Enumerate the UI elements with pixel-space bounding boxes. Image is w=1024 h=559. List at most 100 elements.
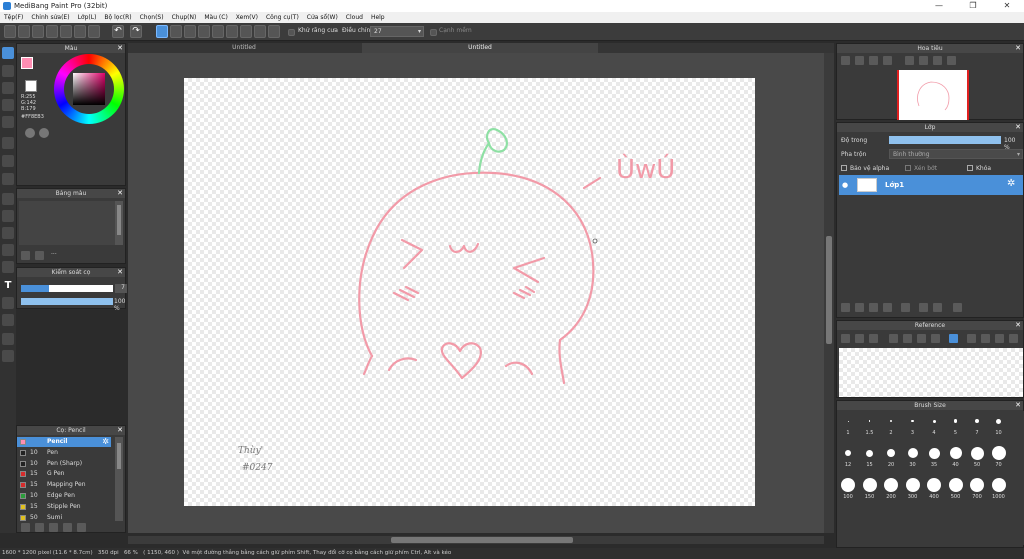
select-eraser-icon[interactable]	[2, 261, 14, 273]
fill-rect-icon[interactable]	[2, 137, 14, 149]
eraser-tool-icon[interactable]	[2, 65, 14, 77]
add-brush-icon[interactable]	[21, 523, 30, 532]
reference-view[interactable]	[839, 348, 1023, 397]
color-mode-icon[interactable]	[25, 128, 35, 138]
brush-size-cell[interactable]: 7	[967, 412, 987, 440]
delete-layer-icon[interactable]	[953, 303, 962, 312]
brush-size-cell[interactable]: 3	[903, 412, 923, 440]
actual-size-icon[interactable]	[883, 56, 892, 65]
clipping-checkbox[interactable]	[905, 165, 911, 171]
layer-folder-icon[interactable]	[901, 303, 910, 312]
magic-wand-icon[interactable]	[2, 227, 14, 239]
close-icon[interactable]: ✕	[117, 426, 123, 435]
import-brush-icon[interactable]	[63, 523, 72, 532]
snap-parallel-icon[interactable]	[170, 25, 182, 38]
snap-curve-icon[interactable]	[240, 25, 252, 38]
snap-settings-icon[interactable]	[254, 25, 266, 38]
text-tool-icon[interactable]: T	[2, 280, 14, 292]
brush-item[interactable]: 15 Mapping Pen	[17, 480, 111, 490]
new-file-icon[interactable]	[46, 25, 58, 38]
gear-icon[interactable]: ✲	[1007, 178, 1015, 189]
rotate-left-icon[interactable]	[905, 56, 914, 65]
navigator-preview[interactable]	[897, 70, 969, 120]
snap-radial-icon[interactable]	[198, 25, 210, 38]
undo-icon[interactable]: ↶	[112, 25, 124, 38]
add-color-icon[interactable]	[21, 251, 30, 260]
menu-edit[interactable]: Chỉnh sửa(E)	[27, 12, 73, 23]
menu-view[interactable]: Xem(V)	[232, 12, 262, 23]
adjust-select[interactable]: 27 ▾	[370, 26, 424, 37]
brush-folder-icon[interactable]	[49, 523, 58, 532]
brush-size-cell[interactable]: 5	[946, 412, 966, 440]
brush-size-cell[interactable]: 100	[838, 476, 858, 504]
rotate-right-icon[interactable]	[933, 56, 942, 65]
menu-window[interactable]: Cửa sổ(W)	[303, 12, 342, 23]
layer-row[interactable]: ● Lớp1 ✲	[839, 175, 1023, 195]
protect-alpha-checkbox[interactable]	[841, 165, 847, 171]
reference-hand-icon[interactable]	[949, 334, 958, 343]
menu-cloud[interactable]: Cloud	[342, 12, 367, 23]
save-icon[interactable]	[74, 25, 86, 38]
chat-icon[interactable]	[32, 25, 44, 38]
tab-untitled-2[interactable]: Untitled	[362, 43, 598, 53]
brush-item[interactable]: 10 Pen (Sharp)	[17, 459, 111, 469]
eyedropper-icon[interactable]	[2, 333, 14, 345]
menu-filter[interactable]: Bộ lọc(R)	[100, 12, 135, 23]
brush-item[interactable]: 10 Edge Pen	[17, 491, 111, 501]
brush-size-cell[interactable]: 150	[860, 476, 880, 504]
reference-fit-icon[interactable]	[917, 334, 926, 343]
brush-tool-icon[interactable]	[2, 99, 14, 111]
brush-size-cell[interactable]: 10	[989, 412, 1009, 440]
reference-rotate-left-icon[interactable]	[967, 334, 976, 343]
open-folder-icon[interactable]	[60, 25, 72, 38]
brush-size-scrollbar[interactable]	[1017, 411, 1024, 545]
comment-icon[interactable]	[18, 25, 30, 38]
brush-size-cell[interactable]: 30	[903, 444, 923, 472]
canvas-vertical-scrollbar[interactable]	[824, 53, 834, 533]
layer-list-scrollbar[interactable]	[1015, 197, 1023, 297]
brush-item[interactable]: 15 Stipple Pen	[17, 502, 111, 512]
reference-flip-icon[interactable]	[981, 334, 990, 343]
pencil-tool-icon[interactable]	[2, 47, 14, 59]
menu-layer[interactable]: Lớp(L)	[74, 12, 101, 23]
tab-untitled-1[interactable]: Untitled	[128, 43, 360, 53]
brush-size-cell[interactable]: 15	[860, 444, 880, 472]
brush-size-cell[interactable]: 1	[838, 412, 858, 440]
gear-icon[interactable]: ✲	[102, 437, 109, 447]
new-halftone-layer-icon[interactable]	[855, 303, 864, 312]
brush-size-cell[interactable]: 20	[881, 444, 901, 472]
rectangle-tool-icon[interactable]	[2, 82, 14, 94]
close-icon[interactable]: ✕	[1015, 44, 1021, 53]
brush-size-cell[interactable]: 300	[903, 476, 923, 504]
cloud-icon[interactable]	[4, 25, 16, 38]
brush-size-cell[interactable]: 12	[838, 444, 858, 472]
snap-grid-icon[interactable]	[268, 25, 280, 38]
zoom-out-icon[interactable]	[855, 56, 864, 65]
close-window-button[interactable]: ✕	[990, 0, 1024, 12]
canvas-horizontal-scrollbar[interactable]	[128, 536, 824, 544]
new-1bit-layer-icon[interactable]	[883, 303, 892, 312]
new-8bit-layer-icon[interactable]	[869, 303, 878, 312]
lasso-tool-icon[interactable]	[2, 210, 14, 222]
reference-close-icon[interactable]	[869, 334, 878, 343]
reset-rotation-icon[interactable]	[947, 56, 956, 65]
move-tool-icon[interactable]	[2, 116, 14, 128]
snap-vanish-icon[interactable]	[212, 25, 224, 38]
close-icon[interactable]: ✕	[1015, 123, 1021, 132]
brush-size-cell[interactable]: 200	[881, 476, 901, 504]
brush-opacity-slider[interactable]	[21, 298, 113, 305]
close-icon[interactable]: ✕	[1015, 401, 1021, 410]
flip-icon[interactable]	[919, 56, 928, 65]
merge-layer-icon[interactable]	[933, 303, 942, 312]
close-icon[interactable]: ✕	[1015, 321, 1021, 330]
palette-swatches[interactable]	[19, 201, 115, 245]
minimize-button[interactable]: —	[922, 0, 956, 12]
menu-help[interactable]: Help	[367, 12, 389, 23]
layer-opacity-slider[interactable]	[889, 136, 1001, 144]
reference-zoom-in-icon[interactable]	[889, 334, 898, 343]
snap-circle-icon[interactable]	[226, 25, 238, 38]
zoom-in-icon[interactable]	[841, 56, 850, 65]
close-icon[interactable]: ✕	[117, 189, 123, 198]
maximize-button[interactable]: ❐	[956, 0, 990, 12]
hand-tool-icon[interactable]	[2, 350, 14, 362]
